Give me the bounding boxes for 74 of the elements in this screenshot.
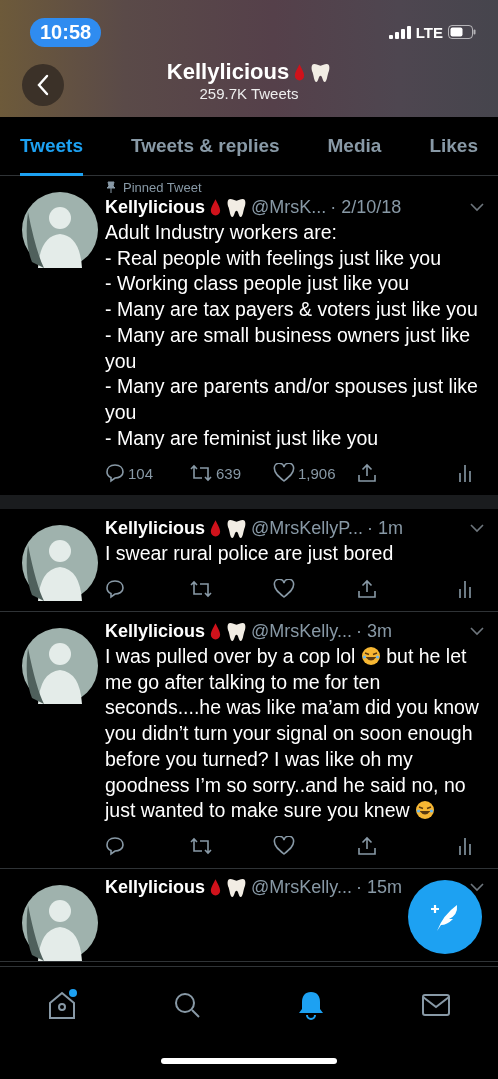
author-handle: @MrsK... bbox=[251, 196, 327, 218]
back-button[interactable] bbox=[22, 63, 64, 106]
battery-icon bbox=[448, 25, 476, 39]
tooth-icon bbox=[226, 620, 248, 642]
tweet-text: - Many are feminist just like you bbox=[105, 425, 380, 451]
analytics-icon[interactable] bbox=[458, 835, 472, 856]
author-name[interactable]: Kellylicious bbox=[105, 517, 206, 539]
reply-icon[interactable] bbox=[105, 463, 125, 484]
tweet-time: · 3m bbox=[356, 620, 392, 642]
tweet-text: - Working class people just like you bbox=[105, 271, 411, 297]
heart-icon[interactable] bbox=[273, 463, 295, 484]
tooth-icon bbox=[310, 61, 332, 83]
tweet-time: · 15m bbox=[356, 877, 402, 899]
chevron-left-icon bbox=[36, 73, 50, 96]
analytics-icon[interactable] bbox=[458, 579, 472, 600]
author-handle: @MrsKellyP... bbox=[251, 517, 363, 539]
author-handle: @MrsKelly... bbox=[251, 620, 352, 642]
share-icon[interactable] bbox=[357, 463, 377, 484]
author-handle: @MrsKelly... bbox=[251, 877, 352, 899]
profile-tab[interactable]: Tweets & replies bbox=[131, 119, 280, 176]
laughing-emoji-icon bbox=[360, 646, 381, 667]
tooth-icon bbox=[226, 517, 248, 539]
blood-drop-icon bbox=[293, 62, 307, 82]
reply-icon[interactable] bbox=[105, 835, 125, 856]
tweet-time: · 1m bbox=[367, 517, 403, 539]
blood-drop-icon bbox=[209, 878, 223, 898]
profile-tab[interactable]: Likes bbox=[429, 119, 478, 176]
blood-drop-icon bbox=[209, 197, 223, 217]
reply-icon[interactable] bbox=[105, 579, 125, 600]
tweet-text: Adult Industry workers are: bbox=[105, 220, 338, 245]
chevron-down-icon[interactable] bbox=[470, 202, 484, 212]
share-icon[interactable] bbox=[357, 579, 377, 600]
tweet-text: I swear rural police are just bored bbox=[105, 541, 395, 567]
avatar[interactable] bbox=[22, 884, 98, 961]
retweet-icon[interactable] bbox=[189, 579, 213, 600]
retweet-count: 639 bbox=[216, 464, 242, 482]
pinned-label: Pinned Tweet bbox=[123, 179, 202, 195]
heart-icon[interactable] bbox=[273, 579, 295, 600]
tweet-text: - Real people with feelings just like you bbox=[105, 245, 442, 271]
retweet-icon[interactable] bbox=[189, 463, 213, 484]
clock: 10:58 bbox=[30, 17, 102, 47]
tweet-text: - Many are small business owners just like you bbox=[105, 322, 472, 374]
author-name[interactable]: Kellylicious bbox=[105, 620, 206, 642]
tweet-text: - Many are tax payers & voters just like you bbox=[105, 297, 479, 323]
author-name[interactable]: Kellylicious bbox=[105, 877, 206, 899]
pin-icon bbox=[105, 181, 117, 193]
analytics-icon[interactable] bbox=[458, 463, 472, 484]
chevron-down-icon[interactable] bbox=[470, 883, 484, 893]
heart-icon[interactable] bbox=[273, 835, 295, 856]
chevron-down-icon[interactable] bbox=[470, 523, 484, 533]
blood-drop-icon bbox=[209, 518, 223, 538]
profile-name: Kellylicious bbox=[166, 59, 290, 85]
profile-tab[interactable]: Tweets bbox=[20, 119, 83, 176]
retweet-icon[interactable] bbox=[189, 835, 213, 856]
network-label: LTE bbox=[415, 23, 443, 41]
tweet-text: I was pulled over by a cop lol but he let me go after talking to me for ten seconds....he was like ma’am did you know you didn’t turn your signal on soon enough before you turned? I was like oh my goodness I’m so sorry..and he said no, no just wanted to make sure you knew bbox=[105, 644, 480, 824]
blood-drop-icon bbox=[209, 621, 223, 641]
tweet-count: 259.7K Tweets bbox=[199, 85, 299, 102]
share-icon[interactable] bbox=[357, 835, 377, 856]
like-count: 1,906 bbox=[298, 464, 336, 482]
tooth-icon bbox=[226, 877, 248, 899]
profile-tab[interactable]: Media bbox=[327, 119, 382, 176]
tweet-text: - Many are parents and/or spouses just like you bbox=[105, 374, 479, 425]
tweet-row[interactable]: Kellylicious @MrsKellyP... · 1m I swear rural police are just bored bbox=[0, 509, 498, 613]
tooth-icon bbox=[226, 196, 248, 218]
laughing-emoji-icon bbox=[415, 800, 435, 821]
avatar[interactable] bbox=[22, 628, 98, 705]
chevron-down-icon[interactable] bbox=[470, 626, 484, 636]
avatar[interactable] bbox=[22, 525, 98, 602]
reply-count: 104 bbox=[128, 464, 154, 482]
tweet-time: · 2/10/18 bbox=[330, 196, 402, 218]
author-name[interactable]: Kellylicious bbox=[105, 196, 206, 218]
avatar[interactable] bbox=[22, 192, 98, 268]
signal-icon bbox=[388, 25, 411, 39]
